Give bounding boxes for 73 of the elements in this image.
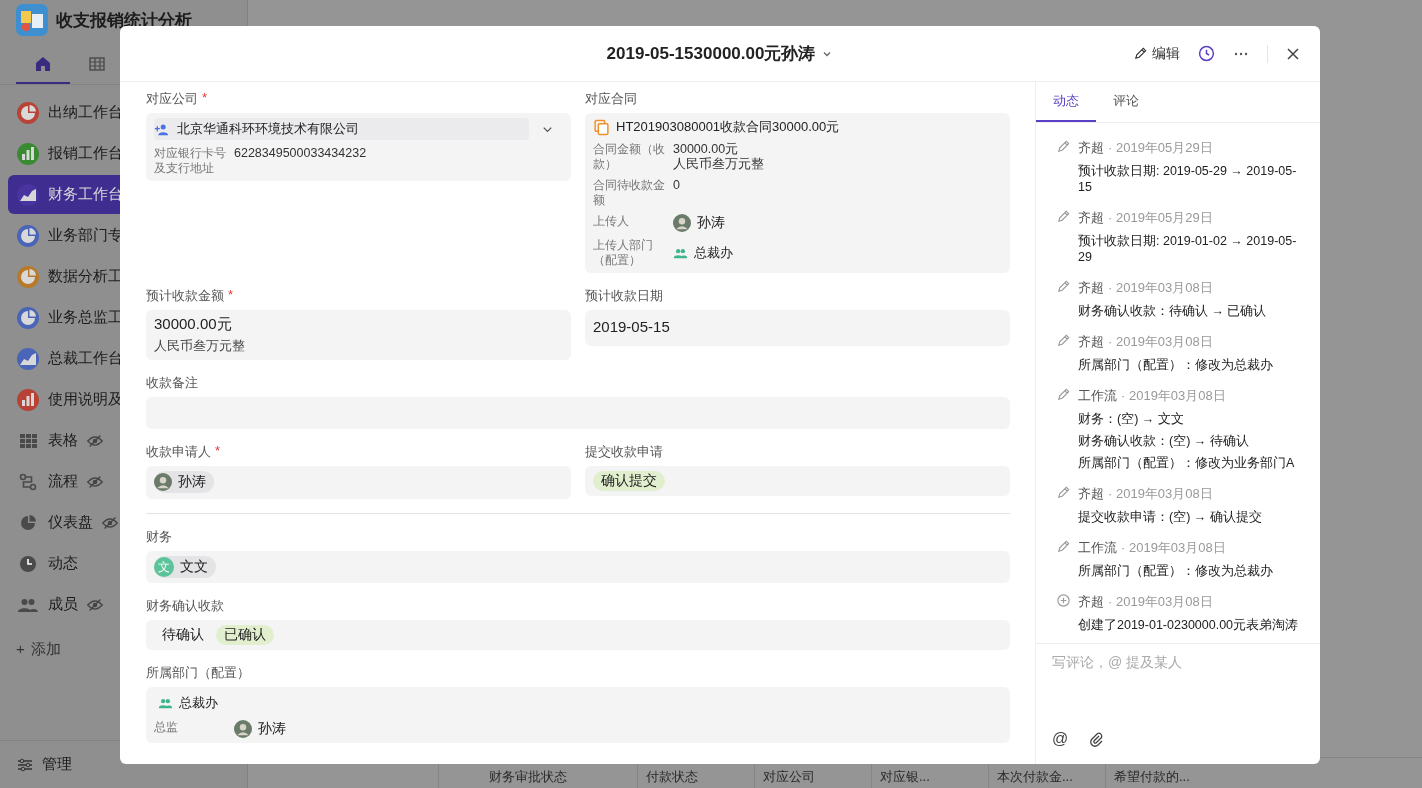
activity-author: 工作流 [1078,539,1117,557]
detail-value: 人民币叁万元整 [673,157,765,172]
sidebar-label: 财务工作台 [48,185,123,204]
activity-author: 齐超 [1078,333,1104,351]
field-label: 收款备注 [146,374,198,392]
activity-author: 齐超 [1078,279,1104,297]
department-name: 总裁办 [694,244,733,262]
person-name: 文文 [180,558,208,576]
required-mark: * [202,90,208,107]
detail-label: 上传人部门（配置） [593,238,654,268]
amount-in-words: 人民币叁万元整 [154,338,246,355]
sidebar-label: 业务部门专 [48,226,123,245]
field-label: 预计收款金额 [146,287,224,305]
activity-date: · 2019年05月29日 [1108,209,1213,227]
field-label: 所属部门（配置） [146,664,250,682]
activity-text: 预计收款日期: 2019-01-02 → 2019-05-29 [1078,233,1298,265]
amount-value: 30000.00元 [154,315,233,334]
activity-date: · 2019年03月08日 [1121,539,1226,557]
activity-text: 所属部门（配置）：修改为总裁办 [1078,563,1274,579]
activity-text: 财务确认收款：待确认 → 已确认 [1078,303,1268,319]
company-name: 北京华通科环环境技术有限公司 [177,120,359,138]
activity-author: 齐超 [1078,593,1104,611]
activity-date: · 2019年03月08日 [1108,593,1213,611]
field-label: 财务确认收款 [146,597,224,615]
activity-text: 预计收款日期: 2019-05-29 → 2019-05-15 [1078,163,1298,195]
detail-value: 30000.00元 [673,142,740,157]
required-mark: * [215,443,221,460]
activity-text: 财务：(空) → 文文 [1078,411,1185,427]
required-mark: * [228,287,234,304]
sidebar-label: 总裁工作台 [48,349,123,368]
activity-author: 齐超 [1078,485,1104,503]
record-title: 2019-05-1530000.00元孙涛 [606,43,816,65]
activity-text: 创建了2019-01-0230000.00元表弟淘涛 [1078,617,1300,633]
sidebar-label: 流程 [48,472,78,491]
activity-text: 所属部门（配置）：修改为业务部门A [1078,455,1296,471]
person-name: 孙涛 [178,473,206,491]
sidebar-label: 仪表盘 [48,513,93,532]
detail-label: 上传人 [593,214,630,230]
sidebar-label: 使用说明及 [48,390,123,409]
contract-name: HT201903080001收款合同30000.00元 [616,118,840,136]
activity-date: · 2019年03月08日 [1108,485,1213,503]
field-label: 预计收款日期 [585,287,663,305]
sidebar-label: 成员 [48,595,78,614]
sidebar-label: 报销工作台 [48,144,123,163]
activity-text: 财务确认收款：(空) → 待确认 [1078,433,1250,449]
detail-value: 0 [673,178,681,193]
detail-label: 对应银行卡号及支行地址 [154,146,227,176]
field-label: 财务 [146,528,172,546]
activity-date: · 2019年03月08日 [1108,333,1213,351]
sidebar-label: 表格 [48,431,78,450]
sidebar-label: 动态 [48,554,78,573]
activity-author: 齐超 [1078,209,1104,227]
detail-label: 合同金额（收款） [593,142,666,172]
department-name: 总裁办 [179,694,218,712]
activity-date: · 2019年03月08日 [1108,279,1213,297]
activity-author: 工作流 [1078,387,1117,405]
sidebar-label: 出纳工作台 [48,103,123,122]
activity-author: 齐超 [1078,139,1104,157]
detail-value: 6228349500033434232 [234,146,368,161]
person-name: 孙涛 [258,720,286,738]
initial-avatar: 文 [154,557,174,577]
activity-date: · 2019年05月29日 [1108,139,1213,157]
field-label: 对应合同 [585,90,637,108]
field-label: 收款申请人 [146,443,211,461]
tag: 确认提交 [593,471,665,491]
field-label: 提交收款申请 [585,443,663,461]
activity-text: 所属部门（配置）：修改为总裁办 [1078,357,1274,373]
person-name: 孙涛 [697,214,725,232]
activity-date: · 2019年03月08日 [1121,387,1226,405]
detail-label: 合同待收款金额 [593,178,666,208]
detail-label: 总监 [154,720,179,736]
activity-text: 提交收款申请：(空) → 确认提交 [1078,509,1263,525]
field-label: 对应公司 [146,90,198,108]
